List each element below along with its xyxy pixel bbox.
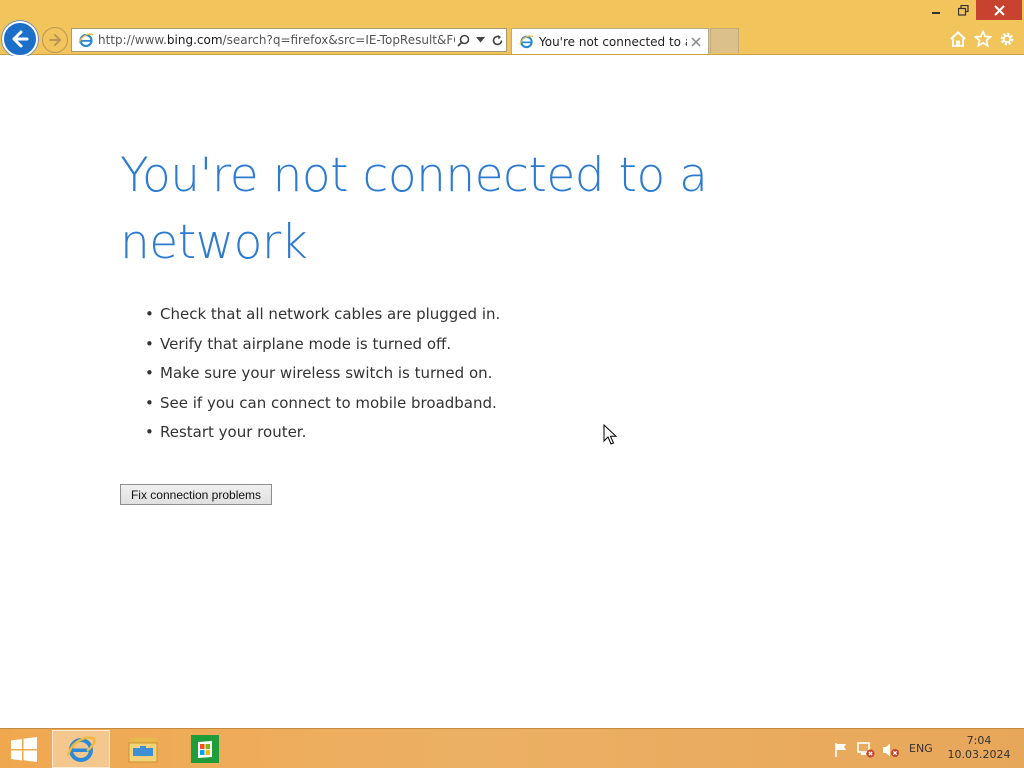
tip-text: See if you can connect to mobile broadba… [160, 393, 497, 412]
list-item: • Restart your router. [145, 418, 500, 448]
address-bar[interactable]: http://www.bing.com/search?q=firefox&src… [71, 28, 507, 52]
start-button[interactable] [9, 737, 39, 762]
input-language[interactable]: ENG [909, 742, 933, 755]
forward-arrow-icon [49, 34, 61, 46]
internet-explorer-icon [66, 736, 96, 762]
tip-text: Verify that airplane mode is turned off. [160, 334, 452, 353]
close-tab-icon[interactable] [687, 33, 705, 51]
url-prefix: http://www. [98, 33, 167, 47]
ie-tab-icon [517, 33, 535, 51]
url-domain: bing.com [166, 33, 223, 47]
tab-active[interactable]: You're not connected to a ... [511, 28, 709, 54]
forward-button[interactable] [42, 27, 68, 53]
error-page: You're not connected to a network • Check… [0, 56, 1024, 728]
favorites-star-icon[interactable] [972, 28, 994, 50]
restore-button[interactable] [950, 0, 976, 20]
close-window-button[interactable] [976, 0, 1022, 20]
taskbar-store[interactable] [176, 730, 234, 768]
tab-title: You're not connected to a ... [539, 34, 687, 49]
troubleshooting-list: • Check that all network cables are plugg… [145, 300, 500, 448]
list-item: • Verify that airplane mode is turned off… [145, 330, 500, 360]
clock-date: 10.03.2024 [947, 748, 1011, 761]
search-icon[interactable] [455, 30, 472, 50]
restore-icon [957, 4, 969, 16]
ie-page-icon [76, 30, 96, 50]
volume-muted-icon[interactable] [882, 741, 900, 759]
url-path: /search?q=firefox&src=IE-TopResult&FORM= [222, 33, 455, 47]
clock-time: 7:04 [966, 734, 992, 747]
network-disconnected-icon[interactable] [857, 741, 875, 759]
gear-icon[interactable] [996, 28, 1018, 50]
new-tab-button[interactable] [710, 28, 739, 53]
browser-titlebar: http://www.bing.com/search?q=firefox&src… [0, 0, 1024, 57]
mouse-cursor-icon [603, 424, 617, 445]
tip-text: Make sure your wireless switch is turned… [160, 364, 493, 382]
minimize-button[interactable] [922, 0, 950, 20]
dropdown-arrow-icon[interactable] [472, 30, 489, 50]
taskbar: ENG 7:04 10.03.2024 [0, 728, 1024, 768]
back-arrow-icon [12, 30, 29, 48]
tip-text: Restart your router. [160, 423, 307, 441]
windows-logo-icon [11, 737, 37, 762]
error-headline: You're not connected to a network [120, 148, 708, 270]
list-item: • Check that all network cables are plugg… [145, 300, 500, 330]
close-icon [993, 4, 1005, 16]
fix-connection-button[interactable]: Fix connection problems [120, 484, 272, 505]
tip-text: Check that all network cables are plugge… [160, 305, 501, 323]
address-url[interactable]: http://www.bing.com/search?q=firefox&src… [98, 33, 455, 47]
clock[interactable]: 7:04 10.03.2024 [944, 734, 1014, 762]
list-item: • See if you can connect to mobile broadb… [145, 389, 500, 419]
minimize-icon [932, 12, 940, 14]
store-icon [191, 735, 219, 763]
list-item: • Make sure your wireless switch is turne… [145, 359, 500, 389]
refresh-icon[interactable] [489, 30, 506, 50]
action-center-flag-icon[interactable] [832, 741, 850, 759]
home-icon[interactable] [947, 28, 969, 50]
taskbar-internet-explorer[interactable] [52, 730, 110, 768]
folder-icon [128, 738, 158, 763]
taskbar-file-explorer[interactable] [114, 730, 172, 768]
back-button[interactable] [2, 21, 38, 57]
